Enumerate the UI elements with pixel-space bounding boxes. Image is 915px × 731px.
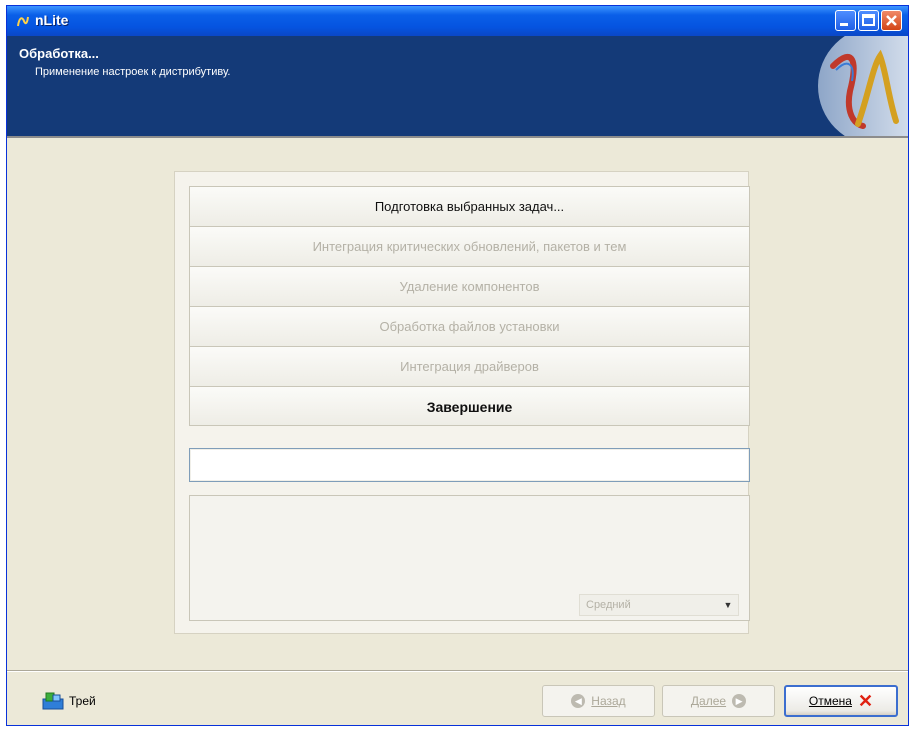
nlite-window: nLite Обработка... Применение настроек к… xyxy=(6,5,909,726)
minimize-icon xyxy=(840,23,848,26)
arrow-left-icon: ◀ xyxy=(571,694,586,708)
chevron-down-icon[interactable]: ▼ xyxy=(718,595,738,615)
task-finish: Завершение xyxy=(189,386,750,426)
next-button-label: Далее xyxy=(690,694,727,708)
priority-dropdown[interactable]: Средний ▼ xyxy=(579,594,739,616)
header-divider xyxy=(7,136,908,138)
task-setup-files: Обработка файлов установки xyxy=(189,306,750,346)
close-icon xyxy=(886,15,897,26)
task-integrate-updates: Интеграция критических обновлений, пакет… xyxy=(189,226,750,266)
page-subtitle: Применение настроек к дистрибутиву. xyxy=(35,66,231,78)
tray-button[interactable]: Трей xyxy=(41,689,96,713)
cancel-button[interactable]: Отмена ✕ xyxy=(784,685,898,717)
progress-bar xyxy=(189,448,750,482)
tray-icon xyxy=(42,692,64,710)
minimize-button[interactable] xyxy=(835,10,856,31)
task-integrate-drivers: Интеграция драйверов xyxy=(189,346,750,386)
close-button[interactable] xyxy=(881,10,902,31)
priority-dropdown-value: Средний xyxy=(586,599,631,611)
maximize-icon xyxy=(862,14,875,26)
arrow-right-icon: ▶ xyxy=(732,694,747,708)
cancel-button-label: Отмена xyxy=(808,694,852,708)
nlite-logo-icon xyxy=(818,36,908,136)
maximize-button[interactable] xyxy=(858,10,879,31)
back-button[interactable]: ◀ Назад xyxy=(542,685,655,717)
cancel-x-icon: ✕ xyxy=(857,691,874,711)
log-area: Средний ▼ xyxy=(189,495,750,621)
task-remove-components: Удаление компонентов xyxy=(189,266,750,306)
back-button-label: Назад xyxy=(591,694,626,708)
window-title: nLite xyxy=(35,12,69,28)
page-title: Обработка... xyxy=(19,46,99,61)
title-bar[interactable]: nLite xyxy=(7,6,908,36)
tray-label: Трей xyxy=(69,694,96,708)
progress-panel: Подготовка выбранных задач... Интеграция… xyxy=(174,171,750,634)
task-prepare: Подготовка выбранных задач... xyxy=(189,186,750,226)
next-button[interactable]: Далее ▶ xyxy=(662,685,775,717)
nlite-app-icon xyxy=(17,16,29,27)
wizard-header: Обработка... Применение настроек к дистр… xyxy=(7,36,908,136)
